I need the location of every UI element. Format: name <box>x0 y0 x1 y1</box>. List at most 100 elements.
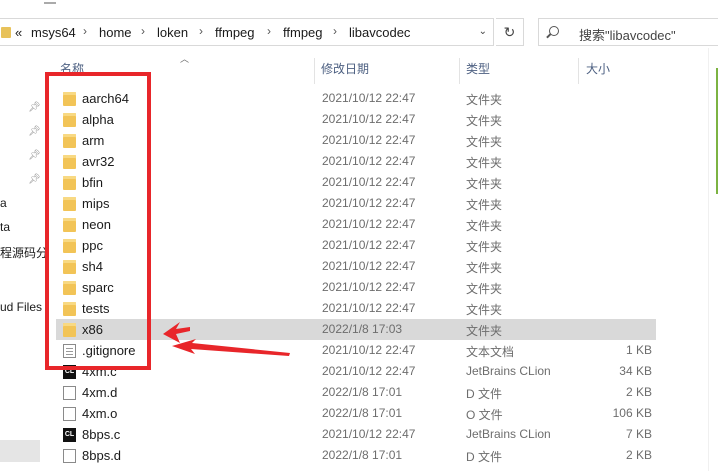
file-date: 2021/10/12 22:47 <box>322 217 416 231</box>
file-type: JetBrains CLion <box>466 364 551 378</box>
column-divider[interactable] <box>459 58 460 84</box>
breadcrumb-loken[interactable]: loken <box>157 25 188 40</box>
file-type: JetBrains CLion <box>466 427 551 441</box>
file-name: aarch64 <box>82 91 129 106</box>
file-date: 2021/10/12 22:47 <box>322 154 416 168</box>
address-bar[interactable]: « msys64 › home › loken › ffmpeg › ffmpe… <box>0 18 494 46</box>
file-date: 2022/1/8 17:01 <box>322 385 403 399</box>
file-type: 文件夹 <box>466 135 503 149</box>
file-date: 2021/10/12 22:47 <box>322 427 416 441</box>
breadcrumb-ffmpeg-sub[interactable]: ffmpeg <box>283 25 323 40</box>
title-fragment-line <box>44 2 56 4</box>
file-name: 4xm.c <box>82 364 117 379</box>
file-date: 2021/10/12 22:47 <box>322 343 416 357</box>
column-header-size[interactable]: 大小 <box>586 60 610 77</box>
breadcrumb-msys64[interactable]: msys64 <box>31 25 76 40</box>
file-name: alpha <box>82 112 114 127</box>
chevron-down-icon[interactable]: ⌄ <box>479 26 487 37</box>
file-date: 2021/10/12 22:47 <box>322 133 416 147</box>
search-input[interactable]: 搜索"libavcodec" <box>538 18 718 46</box>
text-file-icon <box>63 344 76 358</box>
file-name: tests <box>82 301 110 316</box>
breadcrumb-home[interactable]: home <box>99 25 132 40</box>
file-row[interactable]: CL 4xm.c 2021/10/12 22:47 JetBrains CLion 34… <box>56 361 656 382</box>
folder-icon <box>63 155 76 169</box>
file-date: 2021/10/12 22:47 <box>322 280 416 294</box>
navigation-pane: 📌︎ 📌︎ 📌︎ 📌︎ a ta 程源码分 ud Files <box>0 48 48 471</box>
column-divider[interactable] <box>578 58 579 84</box>
folder-icon <box>63 239 76 253</box>
file-row[interactable]: tests 2021/10/12 22:47 文件夹 <box>56 298 656 319</box>
file-date: 2021/10/12 22:47 <box>322 91 416 105</box>
file-row[interactable]: 4xm.o 2022/1/8 17:01 O 文件 106 KB <box>56 403 656 424</box>
file-row[interactable]: mips 2021/10/12 22:47 文件夹 <box>56 193 656 214</box>
breadcrumb-libavcodec[interactable]: libavcodec <box>349 25 410 40</box>
column-header-date[interactable]: 修改日期 <box>321 60 369 77</box>
search-icon <box>549 26 559 36</box>
file-icon <box>63 386 76 400</box>
file-row[interactable]: aarch64 2021/10/12 22:47 文件夹 <box>56 88 656 109</box>
file-name: avr32 <box>82 154 115 169</box>
pin-icon[interactable]: 📌︎ <box>28 126 41 137</box>
file-date: 2022/1/8 17:01 <box>322 406 403 420</box>
file-row[interactable]: avr32 2021/10/12 22:47 文件夹 <box>56 151 656 172</box>
breadcrumb-ffmpeg[interactable]: ffmpeg <box>215 25 255 40</box>
file-date: 2021/10/12 22:47 <box>322 259 416 273</box>
breadcrumb-overflow[interactable]: « <box>15 25 22 40</box>
file-size: 1 KB <box>625 343 652 357</box>
file-type: D 文件 <box>466 450 503 464</box>
refresh-button[interactable]: ↻ <box>496 18 524 46</box>
column-header-type[interactable]: 类型 <box>466 60 490 77</box>
breadcrumb-separator-icon[interactable]: › <box>141 24 145 38</box>
column-header-name[interactable]: 名称 <box>60 60 84 77</box>
breadcrumb-separator-icon[interactable]: › <box>333 24 337 38</box>
file-name: arm <box>82 133 105 148</box>
file-row[interactable]: arm 2021/10/12 22:47 文件夹 <box>56 130 656 151</box>
file-row[interactable]: alpha 2021/10/12 22:47 文件夹 <box>56 109 656 130</box>
file-row[interactable]: x86 2022/1/8 17:03 文件夹 <box>56 319 656 340</box>
file-name: ppc <box>82 238 103 253</box>
file-size: 7 KB <box>625 427 652 441</box>
file-name: .gitignore <box>82 343 136 358</box>
breadcrumb-separator-icon[interactable]: › <box>83 24 87 38</box>
file-row[interactable]: sparc 2021/10/12 22:47 文件夹 <box>56 277 656 298</box>
file-row[interactable]: ppc 2021/10/12 22:47 文件夹 <box>56 235 656 256</box>
pin-icon[interactable]: 📌︎ <box>28 102 41 113</box>
sidebar-item[interactable]: ud Files <box>0 300 42 314</box>
file-name: bfin <box>82 175 103 190</box>
sidebar-item[interactable]: a <box>0 196 7 210</box>
pin-icon[interactable]: 📌︎ <box>28 150 41 161</box>
file-name: 8bps.c <box>82 427 121 442</box>
breadcrumb-separator-icon[interactable]: › <box>199 24 203 38</box>
file-row[interactable]: neon 2021/10/12 22:47 文件夹 <box>56 214 656 235</box>
sidebar-item[interactable]: ta <box>0 220 10 234</box>
file-type: D 文件 <box>466 387 503 401</box>
file-date: 2022/1/8 17:01 <box>322 448 403 462</box>
file-name: x86 <box>82 322 103 337</box>
file-size: 106 KB <box>612 406 652 420</box>
file-name: 8bps.d <box>82 448 122 463</box>
breadcrumb-separator-icon[interactable]: › <box>267 24 271 38</box>
file-type: 文件夹 <box>466 114 503 128</box>
file-row[interactable]: 8bps.d 2022/1/8 17:01 D 文件 2 KB <box>56 445 656 466</box>
file-type: 文件夹 <box>466 240 503 254</box>
file-row[interactable]: 4xm.d 2022/1/8 17:01 D 文件 2 KB <box>56 382 656 403</box>
clion-file-icon: CL <box>63 428 76 442</box>
folder-icon <box>63 218 76 232</box>
file-row[interactable]: CL 8bps.c 2021/10/12 22:47 JetBrains CLion 7… <box>56 424 656 445</box>
sidebar-item[interactable]: 程源码分 <box>0 244 48 261</box>
file-date: 2021/10/12 22:47 <box>322 196 416 210</box>
file-row[interactable]: .gitignore 2021/10/12 22:47 文本文档 1 KB <box>56 340 656 361</box>
file-row[interactable]: bfin 2021/10/12 22:47 文件夹 <box>56 172 656 193</box>
file-row[interactable]: sh4 2021/10/12 22:47 文件夹 <box>56 256 656 277</box>
file-date: 2021/10/12 22:47 <box>322 175 416 189</box>
file-icon <box>63 407 76 421</box>
file-name: 4xm.d <box>82 385 118 400</box>
folder-icon <box>63 302 76 316</box>
folder-icon <box>1 27 11 38</box>
file-type: 文本文档 <box>466 345 515 359</box>
folder-icon <box>63 134 76 148</box>
column-divider[interactable] <box>314 58 315 84</box>
pin-icon[interactable]: 📌︎ <box>28 174 41 185</box>
sidebar-item-selected[interactable] <box>0 440 40 462</box>
